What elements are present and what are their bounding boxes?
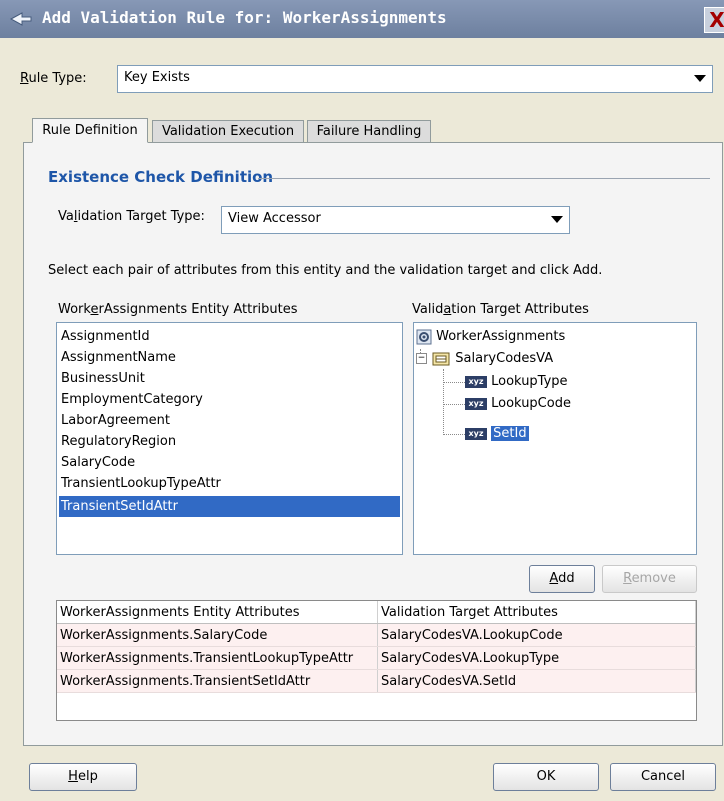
tree-attribute-label: LookupCode	[491, 396, 571, 411]
target-type-value: View Accessor	[228, 211, 321, 226]
remove-button[interactable]: Remove	[602, 565, 697, 593]
tree-root-label: WorkerAssignments	[436, 329, 566, 344]
close-icon: X	[709, 8, 724, 32]
table-row[interactable]: WorkerAssignments.SalaryCode SalaryCodes…	[57, 623, 696, 647]
target-attributes-tree[interactable]: WorkerAssignments − SalaryCodesVA xyz Lo…	[413, 322, 697, 555]
list-item[interactable]: SalaryCode	[59, 452, 400, 473]
validation-rule-icon	[10, 12, 32, 26]
list-item[interactable]: BusinessUnit	[59, 368, 400, 389]
list-item[interactable]: LaborAgreement	[59, 410, 400, 431]
table-cell: SalaryCodesVA.LookupType	[377, 646, 696, 670]
table-cell: SalaryCodesVA.SetId	[377, 669, 696, 693]
help-button[interactable]: Help	[29, 763, 137, 791]
target-attributes-label: Validation Target Attributes	[412, 302, 589, 317]
view-accessor-icon	[432, 352, 450, 365]
pairs-grid: WorkerAssignments Entity Attributes Vali…	[57, 601, 696, 693]
add-button[interactable]: Add	[529, 565, 595, 593]
dialog-title: Add Validation Rule for: WorkerAssignmen…	[42, 8, 447, 27]
tree-attribute-label: LookupType	[491, 374, 568, 389]
tree-root-node[interactable]: WorkerAssignments	[416, 327, 565, 347]
tab-rule-definition[interactable]: Rule Definition	[32, 118, 148, 143]
list-item[interactable]: AssignmentName	[59, 347, 400, 368]
target-type-dropdown[interactable]: View Accessor	[221, 206, 570, 234]
list-item[interactable]: RegulatoryRegion	[59, 431, 400, 452]
close-button[interactable]: X	[704, 7, 724, 33]
entity-attributes-list[interactable]: AssignmentId AssignmentName BusinessUnit…	[56, 322, 403, 555]
rule-type-value: Key Exists	[124, 70, 190, 85]
tree-attribute-label: SetId	[491, 426, 529, 441]
ok-button[interactable]: OK	[493, 763, 599, 791]
table-cell: SalaryCodesVA.LookupCode	[377, 623, 696, 647]
cancel-button[interactable]: Cancel	[610, 763, 716, 791]
table-row[interactable]: WorkerAssignments.TransientSetIdAttr Sal…	[57, 669, 696, 693]
tree-attribute-node[interactable]: xyz LookupType	[465, 372, 568, 392]
tree-connector	[443, 434, 465, 435]
attribute-pairs-table[interactable]: WorkerAssignments Entity Attributes Vali…	[56, 600, 697, 721]
table-cell: WorkerAssignments.SalaryCode	[57, 623, 378, 647]
tree-accessor-label: SalaryCodesVA	[455, 351, 554, 366]
column-header-entity[interactable]: WorkerAssignments Entity Attributes	[57, 601, 378, 624]
list-item[interactable]: TransientLookupTypeAttr	[59, 473, 400, 494]
tab-failure-handling[interactable]: Failure Handling	[307, 120, 431, 142]
instruction-text: Select each pair of attributes from this…	[48, 263, 603, 278]
table-cell: WorkerAssignments.TransientLookupTypeAtt…	[57, 646, 378, 670]
table-cell: WorkerAssignments.TransientSetIdAttr	[57, 669, 378, 693]
table-header-row: WorkerAssignments Entity Attributes Vali…	[57, 601, 696, 624]
title-bar: Add Validation Rule for: WorkerAssignmen…	[0, 0, 724, 38]
tree-connector	[443, 369, 444, 435]
rule-type-label: Rule Type:	[20, 71, 87, 86]
entity-attributes-label: WorkerAssignments Entity Attributes	[58, 302, 298, 317]
tree-attribute-node[interactable]: xyz LookupCode	[465, 394, 571, 414]
tree-connector	[443, 404, 465, 405]
section-divider	[258, 178, 710, 179]
list-item[interactable]: EmploymentCategory	[59, 389, 400, 410]
target-type-label: Validation Target Type:	[58, 209, 205, 224]
rule-type-dropdown[interactable]: Key Exists	[117, 65, 713, 93]
list-item-selected[interactable]: TransientSetIdAttr	[59, 496, 400, 517]
entity-icon	[416, 329, 432, 344]
chevron-down-icon	[694, 75, 706, 82]
section-title: Existence Check Definition	[48, 168, 274, 186]
tab-validation-execution[interactable]: Validation Execution	[152, 120, 304, 142]
attribute-icon: xyz	[465, 397, 487, 410]
table-row[interactable]: WorkerAssignments.TransientLookupTypeAtt…	[57, 646, 696, 670]
chevron-down-icon	[551, 216, 563, 223]
attribute-icon: xyz	[465, 375, 487, 388]
tree-attribute-node-selected[interactable]: xyz SetId	[465, 424, 529, 444]
list-item[interactable]: AssignmentId	[59, 326, 400, 347]
tree-connector	[443, 382, 465, 383]
tree-accessor-node[interactable]: − SalaryCodesVA	[416, 349, 553, 369]
attribute-icon: xyz	[465, 427, 487, 440]
column-header-target[interactable]: Validation Target Attributes	[377, 601, 696, 624]
collapse-icon: −	[416, 353, 427, 364]
